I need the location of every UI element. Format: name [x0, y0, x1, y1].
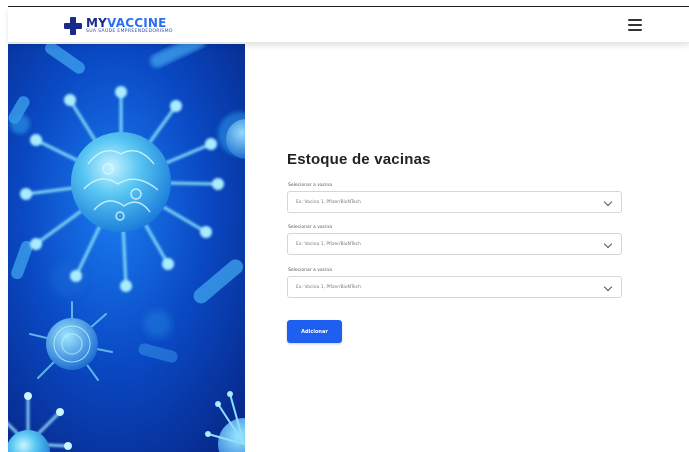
vaccine-select-1[interactable]: Ex: Vacina 1, Pfizer/BioNTech	[287, 191, 622, 213]
brand-tagline: SUA SAÚDE EMPREENDEDORISMO	[86, 29, 173, 35]
add-button[interactable]: Adicionar	[287, 320, 342, 343]
select-value-1: Ex: Vacina 1, Pfizer/BioNTech	[296, 200, 362, 205]
vaccine-select-3[interactable]: Ex: Vacina 1, Pfizer/BioNTech	[287, 276, 622, 298]
brand-text: MYVACCINE SUA SAÚDE EMPREENDEDORISMO	[86, 17, 173, 35]
chevron-down-icon	[603, 282, 613, 292]
select-value-3: Ex: Vacina 1, Pfizer/BioNTech	[296, 285, 362, 290]
vaccine-select-2[interactable]: Ex: Vacina 1, Pfizer/BioNTech	[287, 233, 622, 255]
form-panel: Estoque de vacinas Selecionar a vacina E…	[245, 44, 689, 452]
field-label-2: Selecionar a vacina	[288, 225, 332, 230]
field-label-3: Selecionar a vacina	[288, 268, 332, 273]
top-navbar: MYVACCINE SUA SAÚDE EMPREENDEDORISMO	[8, 7, 689, 43]
chevron-down-icon	[603, 239, 613, 249]
page-title: Estoque de vacinas	[287, 151, 431, 168]
brand-logo[interactable]: MYVACCINE SUA SAÚDE EMPREENDEDORISMO	[64, 15, 173, 37]
brand-name: MYVACCINE	[86, 16, 167, 31]
chevron-down-icon	[603, 197, 613, 207]
hamburger-menu-icon[interactable]	[628, 19, 642, 31]
select-value-2: Ex: Vacina 1, Pfizer/BioNTech	[296, 242, 362, 247]
hero-virus-image	[8, 44, 245, 452]
medical-cross-icon	[64, 17, 82, 35]
field-label-1: Selecionar a vacina	[288, 183, 332, 188]
